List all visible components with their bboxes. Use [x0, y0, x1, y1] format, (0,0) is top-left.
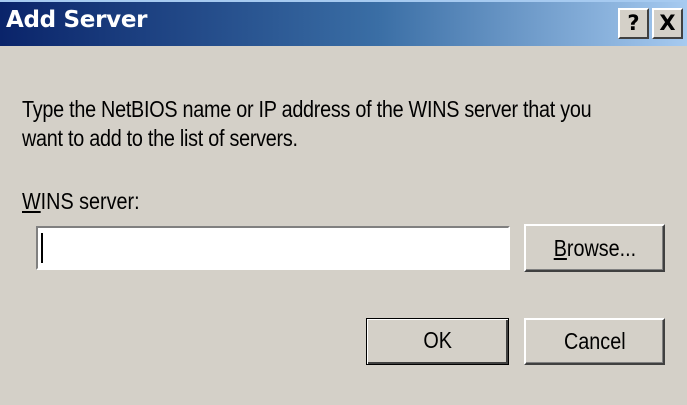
- question-mark-icon: ?: [627, 11, 640, 35]
- dialog-title: Add Server: [6, 7, 148, 33]
- instruction-line-1: Type the NetBIOS name or IP address of t…: [22, 96, 592, 122]
- wins-server-label-accelerator: W: [22, 188, 41, 214]
- cancel-button[interactable]: Cancel: [524, 318, 665, 365]
- browse-label-text: rowse...: [566, 235, 636, 261]
- title-bar[interactable]: Add Server ? X: [0, 0, 687, 46]
- cancel-button-label: Cancel: [563, 328, 626, 354]
- wins-server-label: WINS server:: [22, 188, 140, 215]
- wins-server-label-text: INS server:: [40, 188, 140, 214]
- browse-button[interactable]: Browse...: [524, 224, 665, 272]
- instruction-line-2: want to add to the list of servers.: [22, 125, 298, 151]
- wins-server-input[interactable]: [36, 226, 510, 270]
- add-server-dialog: Add Server ? X Type the NetBIOS name or …: [0, 0, 687, 405]
- help-button[interactable]: ?: [618, 8, 649, 39]
- text-caret: [41, 233, 43, 263]
- browse-accelerator: B: [553, 235, 567, 261]
- instruction-text: Type the NetBIOS name or IP address of t…: [22, 95, 592, 153]
- ok-button[interactable]: OK: [366, 318, 509, 365]
- close-button[interactable]: X: [652, 8, 683, 39]
- browse-button-label: Browse...: [553, 226, 635, 270]
- close-icon: X: [659, 11, 676, 35]
- ok-button-label: OK: [423, 327, 452, 353]
